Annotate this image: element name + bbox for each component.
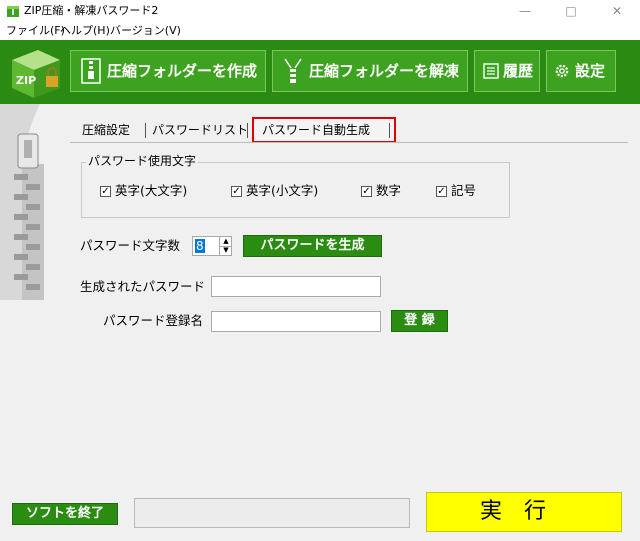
title-bar: ZIP圧縮・解凍パスワード2 — □ ✕ (0, 0, 640, 22)
generated-password-label: 生成されたパスワード (80, 279, 206, 294)
zipper-icon (81, 58, 101, 84)
menu-help[interactable]: ヘルプ(H) (60, 24, 110, 38)
uppercase-label: 英字(大文字) (115, 183, 188, 198)
settings-label: 設定 (575, 62, 606, 80)
length-value: 8 (195, 239, 205, 253)
generated-password-field[interactable] (211, 276, 381, 297)
exit-software-button[interactable]: ソフトを終了 (12, 503, 118, 525)
spin-down-icon[interactable]: ▼ (219, 246, 232, 255)
toolbar: ZIP 圧縮フォルダーを作成 圧縮フォルダーを解凍 履歴 設定 (0, 40, 640, 104)
window-title: ZIP圧縮・解凍パスワード2 (24, 4, 159, 17)
logo-text: ZIP (16, 74, 36, 87)
length-label: パスワード文字数 (80, 238, 181, 253)
uppercase-checkbox[interactable]: ✓ (100, 186, 111, 197)
gear-icon (555, 64, 569, 78)
maximize-button[interactable]: □ (548, 0, 594, 22)
charset-group-legend: パスワード使用文字 (86, 154, 199, 168)
menu-version[interactable]: バージョン(V) (110, 24, 181, 38)
digits-checkbox[interactable]: ✓ (361, 186, 372, 197)
digits-label: 数字 (376, 183, 402, 198)
open-zipper-icon (284, 58, 302, 83)
tab-compress-settings[interactable]: 圧縮設定 (82, 121, 130, 139)
history-label: 履歴 (503, 62, 534, 80)
extract-archive-button[interactable]: 圧縮フォルダーを解凍 (272, 50, 468, 92)
status-field (134, 498, 410, 528)
create-archive-label: 圧縮フォルダーを作成 (107, 62, 258, 80)
register-button[interactable]: 登 録 (391, 310, 448, 332)
menu-file[interactable]: ファイル(F) (6, 24, 65, 38)
zipper-decoration-icon (0, 104, 44, 300)
menu-bar: ファイル(F) ヘルプ(H) バージョン(V) (0, 22, 640, 40)
register-name-input[interactable] (211, 311, 381, 332)
tab-password-list[interactable]: パスワードリスト (152, 121, 248, 139)
generate-password-button[interactable]: パスワードを生成 (243, 235, 382, 257)
lowercase-checkbox[interactable]: ✓ (231, 186, 242, 197)
register-name-label: パスワード登録名 (103, 313, 204, 328)
settings-button[interactable]: 設定 (546, 50, 616, 92)
minimize-button[interactable]: — (502, 0, 548, 22)
length-spinbox[interactable]: 8 ▲ ▼ (192, 236, 232, 256)
symbols-checkbox[interactable]: ✓ (436, 186, 447, 197)
tab-divider (389, 123, 390, 138)
extract-archive-label: 圧縮フォルダーを解凍 (309, 62, 460, 80)
history-button[interactable]: 履歴 (474, 50, 540, 92)
run-button[interactable]: 実行 (426, 492, 622, 532)
symbols-label: 記号 (451, 183, 477, 198)
create-archive-button[interactable]: 圧縮フォルダーを作成 (70, 50, 266, 92)
tab-divider (145, 123, 146, 138)
lowercase-label: 英字(小文字) (246, 183, 319, 198)
tab-divider (247, 123, 248, 138)
app-zip-icon (7, 6, 19, 17)
list-icon (483, 63, 499, 79)
tab-password-generator[interactable]: パスワード自動生成 (262, 121, 370, 139)
close-button[interactable]: ✕ (594, 0, 640, 22)
zip-box-logo-icon: ZIP (12, 50, 60, 98)
